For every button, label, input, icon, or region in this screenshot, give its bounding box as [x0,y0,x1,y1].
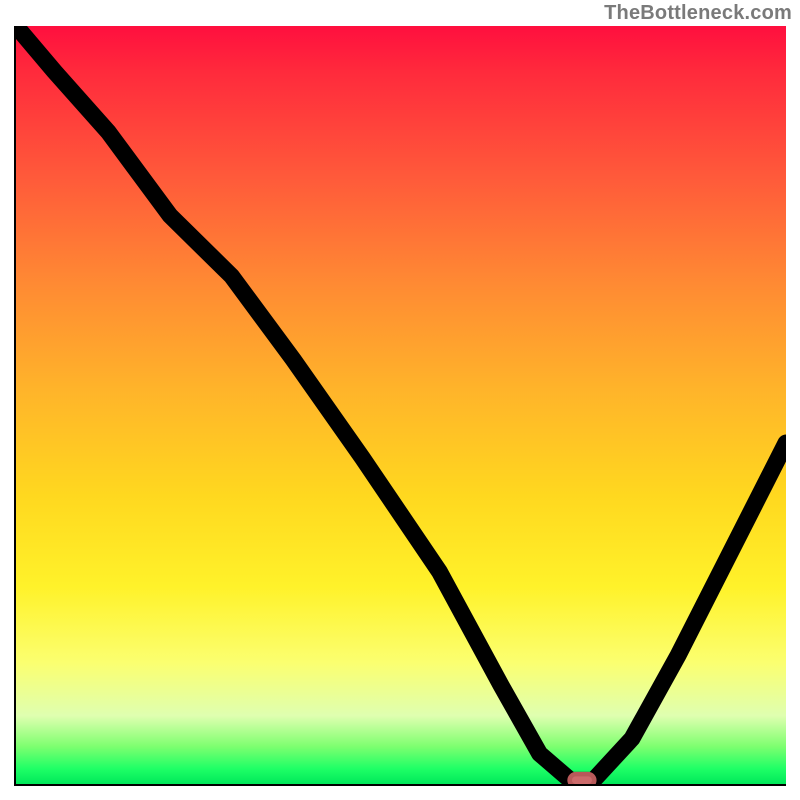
plot-area [14,26,786,786]
chart-stage: TheBottleneck.com [0,0,800,800]
attribution-label: TheBottleneck.com [604,2,792,25]
bottleneck-curve [16,26,786,780]
optimal-point-marker [570,774,595,784]
curve-layer [16,26,786,784]
